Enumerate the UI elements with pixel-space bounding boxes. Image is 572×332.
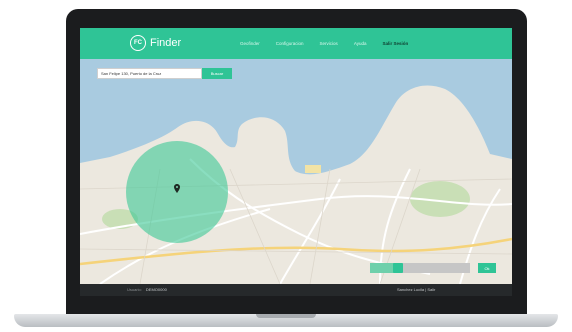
location-pin-icon[interactable] <box>174 184 180 193</box>
nav-item-ayuda[interactable]: Ayuda <box>354 41 367 46</box>
logo-initials: FC <box>134 40 142 46</box>
nav-item-configuracion[interactable]: Configuracion <box>276 41 304 46</box>
address-search-box <box>97 68 202 79</box>
radius-slider[interactable] <box>370 263 470 273</box>
footer-session-info[interactable]: Sanchez Lucila | Salir <box>397 287 435 292</box>
nav-item-geofinder[interactable]: Geofinder <box>240 41 260 46</box>
app-screen: FC Finder Geofinder Configuracion Servic… <box>80 28 512 296</box>
nav-menu: Geofinder Configuracion Servicios Ayuda … <box>240 41 408 46</box>
brand-logo-icon[interactable]: FC <box>130 35 146 51</box>
top-navbar: FC Finder Geofinder Configuracion Servic… <box>80 28 512 59</box>
search-button[interactable]: Buscar <box>202 68 232 79</box>
radius-apply-button[interactable]: Ok <box>478 263 496 273</box>
beach-area <box>305 165 321 173</box>
status-footer: Usuario: DEMO0000 Sanchez Lucila | Salir <box>80 284 512 296</box>
footer-user-label: Usuario: <box>127 287 142 292</box>
laptop-notch <box>256 314 316 318</box>
radius-slider-handle[interactable] <box>393 263 403 273</box>
address-search-input[interactable] <box>98 69 201 78</box>
nav-item-servicios[interactable]: Servicios <box>320 41 338 46</box>
brand-name[interactable]: Finder <box>150 37 181 49</box>
footer-user-id: DEMO0000 <box>145 287 167 292</box>
footer-user-info: Usuario: DEMO0000 <box>127 287 167 292</box>
laptop-frame: FC Finder Geofinder Configuracion Servic… <box>0 0 572 332</box>
nav-item-logout[interactable]: Salir Sesión <box>383 41 409 46</box>
